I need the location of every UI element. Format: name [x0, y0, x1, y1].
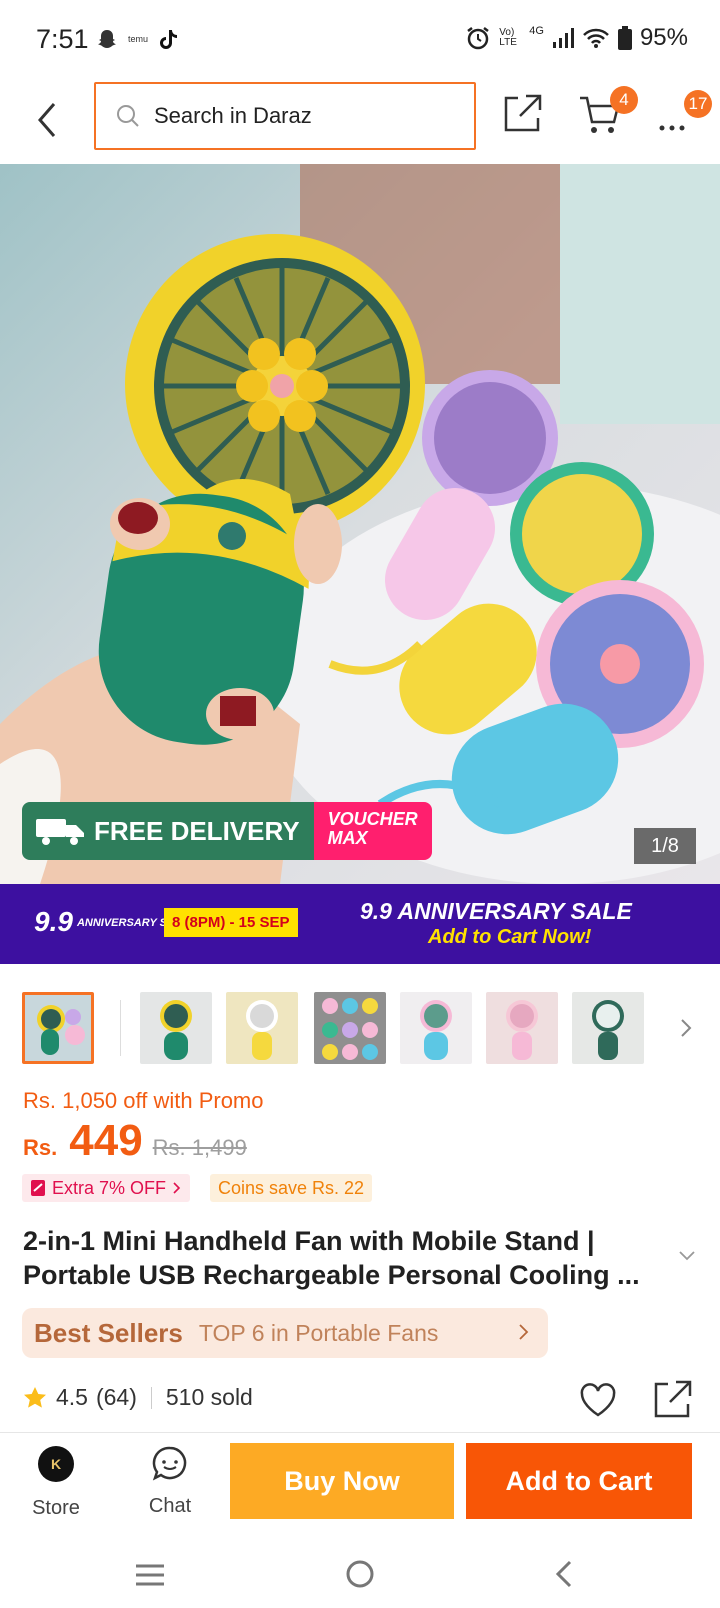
search-placeholder: Search in Daraz	[154, 103, 312, 128]
snapchat-icon	[98, 30, 116, 48]
store-button[interactable]: K Store	[16, 1445, 96, 1520]
chevron-right-icon	[519, 1324, 529, 1340]
cart-button[interactable]: 4	[578, 86, 638, 140]
volte-icon: Vo) LTE	[499, 27, 517, 48]
svg-text:K: K	[51, 1456, 61, 1472]
home-icon[interactable]	[344, 1558, 376, 1590]
bottom-action-bar: K Store Chat Buy Now Add to Cart	[0, 1432, 720, 1542]
rating-count: (64)	[95, 1384, 137, 1410]
temu-icon: temu	[128, 34, 149, 44]
chevron-down-icon[interactable]	[678, 1250, 696, 1262]
best-seller-label: Best Sellers	[34, 1317, 183, 1348]
more-badge: 17	[684, 90, 712, 118]
price-value: 449	[69, 1116, 143, 1165]
image-counter: 1/8	[634, 828, 696, 864]
best-seller-rank: TOP 6 in Portable Fans	[198, 1319, 439, 1346]
sold-count: 510 sold	[165, 1384, 253, 1410]
original-price: Rs. 1,499	[152, 1135, 247, 1160]
thumbnail-item[interactable]	[140, 992, 212, 1064]
share-icon[interactable]	[500, 92, 544, 136]
thumbnail-item[interactable]	[226, 992, 298, 1064]
thumbnail-item[interactable]	[22, 992, 94, 1064]
thumbnail-item[interactable]	[486, 992, 558, 1064]
status-bar: 7:51 temu Vo) LTE 4G 95%	[0, 0, 720, 80]
rating-value: 4.5	[56, 1384, 88, 1410]
cart-badge: 4	[610, 86, 638, 114]
thumbnail-item[interactable]	[400, 992, 472, 1064]
wifi-icon	[583, 28, 609, 48]
best-seller-ranking[interactable]: Best Sellers TOP 6 in Portable Fans	[22, 1308, 548, 1358]
search-icon	[117, 105, 139, 127]
thumbnail-strip	[0, 984, 720, 1070]
delivery-truck-icon	[36, 819, 84, 845]
signal-icon	[552, 28, 574, 48]
search-bar[interactable]: Search in Daraz	[94, 82, 476, 150]
top-header: Search in Daraz 4 17	[0, 80, 720, 164]
sale-subline: Add to Cart Now!	[428, 926, 592, 948]
back-arrow-icon[interactable]	[28, 96, 68, 144]
system-back-icon[interactable]	[552, 1558, 578, 1590]
free-delivery-text: FREE DELIVERY	[94, 815, 300, 846]
chat-button[interactable]: Chat	[130, 1445, 210, 1518]
thumbnail-item[interactable]	[572, 992, 644, 1064]
thumbnail-item[interactable]	[314, 992, 386, 1064]
free-delivery-badge: FREE DELIVERY VOUCHER MAX	[22, 802, 432, 860]
product-image-carousel[interactable]: FREE DELIVERY VOUCHER MAX 1/8	[0, 164, 720, 884]
product-title: 2-in-1 Mini Handheld Fan with Mobile Sta…	[23, 1226, 640, 1290]
coins-save-tag: Coins save Rs. 22	[210, 1174, 373, 1202]
sale-headline: 9.9 ANNIVERSARY SALE	[360, 898, 632, 924]
share-icon[interactable]	[652, 1380, 692, 1420]
promo-discount-text: Rs. 1,050 off with Promo	[23, 1088, 264, 1113]
battery-percent: 95%	[639, 24, 688, 51]
sale-dates: 8 (8PM) - 15 SEP	[164, 908, 298, 937]
store-label: Store	[32, 1497, 80, 1519]
voucher-icon	[31, 1180, 45, 1196]
tiktok-icon	[160, 30, 178, 49]
add-to-cart-button[interactable]: Add to Cart	[466, 1443, 692, 1519]
voucher-max-badge: VOUCHER MAX	[313, 802, 432, 860]
network-gen: 4G	[529, 25, 544, 37]
more-button[interactable]: 17	[656, 90, 712, 138]
chevron-right-icon[interactable]	[676, 1014, 696, 1042]
alarm-icon	[467, 27, 490, 50]
chat-label: Chat	[148, 1495, 192, 1517]
rating-row[interactable]: 4.5 (64) 510 sold	[22, 1384, 253, 1411]
buy-now-button[interactable]: Buy Now	[230, 1443, 454, 1519]
price-currency: Rs.	[23, 1135, 58, 1160]
extra-off-tag[interactable]: Extra 7% OFF	[22, 1174, 191, 1202]
heart-icon[interactable]	[578, 1380, 618, 1420]
product-photo	[0, 164, 720, 884]
extra-off-text: Extra 7% OFF	[52, 1178, 167, 1198]
battery-icon	[617, 26, 632, 50]
chevron-right-icon	[173, 1182, 181, 1194]
star-icon	[24, 1386, 46, 1408]
status-time: 7:51	[36, 24, 89, 54]
anniversary-sale-banner[interactable]: 9.9 ANNIVERSARY SALE 8 (8PM) - 15 SEP 9.9…	[0, 884, 720, 964]
store-logo-icon: K	[38, 1446, 74, 1482]
price-row: Rs. 449 Rs. 1,499	[23, 1116, 247, 1166]
system-navigation-bar	[0, 1542, 720, 1608]
chat-icon	[152, 1446, 187, 1481]
recent-apps-icon[interactable]	[134, 1562, 166, 1588]
